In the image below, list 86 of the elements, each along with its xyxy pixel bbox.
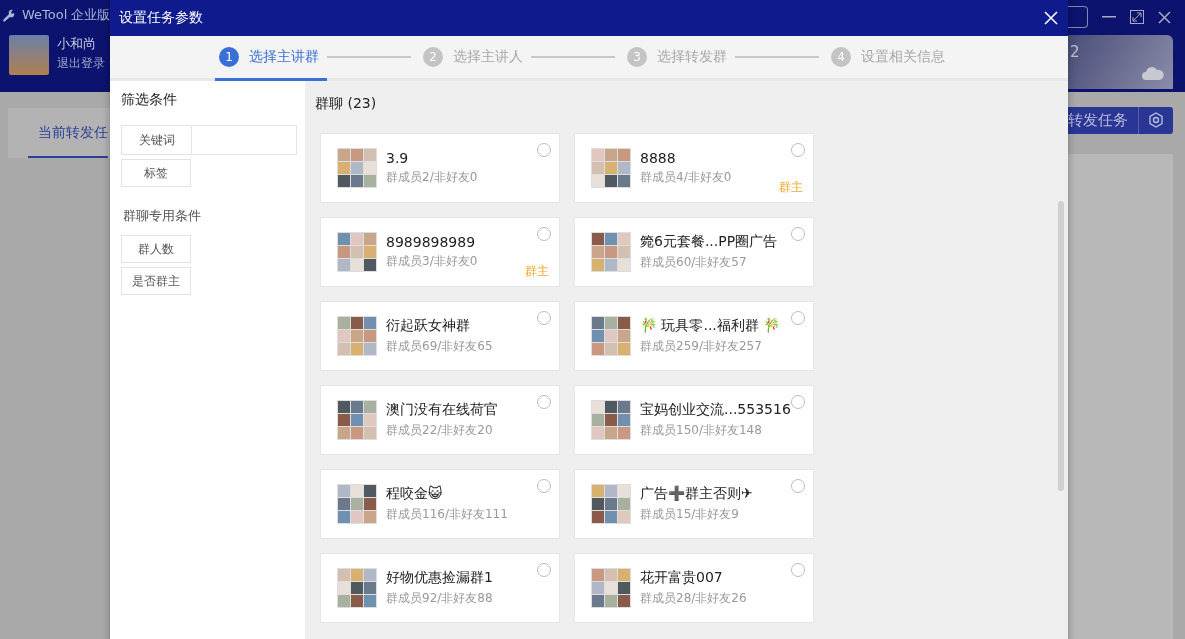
radio-button[interactable]	[537, 479, 551, 493]
radio-button[interactable]	[791, 227, 805, 241]
group-name: 花开富贵007	[640, 569, 724, 587]
group-stats: 群成员28/非好友26	[640, 590, 747, 607]
group-avatar	[591, 232, 631, 272]
owner-label: 群主	[525, 263, 549, 280]
group-card[interactable]: 8989898989 群成员3/非好友0 群主	[320, 217, 560, 287]
app-title: WeTool 企业版	[22, 6, 111, 24]
user-avatar	[9, 35, 49, 75]
group-filter-title: 群聊专用条件	[123, 207, 201, 225]
group-name: 衍起跃女神群	[386, 317, 471, 335]
radio-button[interactable]	[791, 395, 805, 409]
group-name: 箢6元套餐...PP圈广告	[640, 233, 778, 251]
group-stats: 群成员60/非好友57	[640, 254, 748, 271]
filter-title: 筛选条件	[121, 91, 177, 109]
dialog-title: 设置任务参数	[119, 9, 203, 27]
group-name: 8888	[640, 150, 677, 166]
current-tab[interactable]: 当前转发任	[28, 124, 108, 158]
group-avatar	[591, 148, 631, 188]
group-name: 广告➕群主否则✈	[640, 485, 753, 503]
group-card[interactable]: 3.9 群成员2/非好友0	[320, 133, 560, 203]
close-icon[interactable]	[1158, 10, 1171, 24]
logout-link[interactable]: 退出登录	[57, 55, 105, 72]
radio-button[interactable]	[537, 311, 551, 325]
radio-button[interactable]	[537, 395, 551, 409]
group-stats: 群成员69/非好友65	[386, 338, 493, 355]
group-stats: 群成员92/非好友88	[386, 590, 493, 607]
group-card[interactable]: 🎋 玩具零...福利群 🎋 群成员259/非好友257	[574, 301, 814, 371]
radio-button[interactable]	[791, 563, 805, 577]
group-name: 🎋 玩具零...福利群 🎋	[640, 317, 781, 335]
group-filter-button[interactable]: 群人数	[121, 235, 191, 263]
group-avatar	[591, 568, 631, 608]
forward-task-button[interactable]: 转发任务	[1068, 107, 1138, 134]
group-name: 3.9	[386, 150, 410, 166]
group-avatar	[337, 484, 377, 524]
group-name: 宝妈创业交流...553516	[640, 401, 791, 419]
group-card[interactable]: 8888 群成员4/非好友0 群主	[574, 133, 814, 203]
group-card[interactable]: 澳门没有在线荷官 群成员22/非好友20	[320, 385, 560, 455]
group-card[interactable]: 宝妈创业交流...553516 群成员150/非好友148	[574, 385, 814, 455]
radio-button[interactable]	[791, 143, 805, 157]
group-card[interactable]: 好物优惠捡漏群1 群成员92/非好友88	[320, 553, 560, 623]
group-card[interactable]: 程咬金😺 群成员116/非好友111	[320, 469, 560, 539]
radio-button[interactable]	[537, 143, 551, 157]
minimize-icon[interactable]	[1102, 16, 1116, 19]
group-card[interactable]: 箢6元套餐...PP圈广告 群成员60/非好友57	[574, 217, 814, 287]
owner-label: 群主	[779, 179, 803, 196]
group-card[interactable]: 花开富贵007 群成员28/非好友26	[574, 553, 814, 623]
settings-button[interactable]	[1138, 107, 1173, 134]
radio-button[interactable]	[537, 563, 551, 577]
group-avatar	[591, 484, 631, 524]
group-avatar	[337, 400, 377, 440]
tag-filter-button[interactable]: 标签	[121, 159, 191, 187]
user-name: 小和尚	[57, 35, 97, 53]
group-avatar	[337, 148, 377, 188]
wrench-icon	[2, 8, 16, 22]
scrollbar[interactable]	[1058, 201, 1064, 491]
group-name: 好物优惠捡漏群1	[386, 569, 493, 587]
group-stats: 群成员259/非好友257	[640, 338, 763, 355]
cloud-icon	[1141, 65, 1165, 82]
keyword-field[interactable]: 关键词	[121, 125, 297, 155]
list-title: 群聊 (23)	[315, 95, 378, 113]
group-stats: 群成员150/非好友148	[640, 422, 763, 439]
group-name: 程咬金😺	[386, 485, 444, 503]
group-avatar	[591, 400, 631, 440]
group-stats: 群成员15/非好友9	[640, 506, 740, 523]
group-stats: 群成员2/非好友0	[386, 169, 478, 186]
group-filter-button[interactable]: 是否群主	[121, 267, 191, 295]
profile-text: 2	[1070, 42, 1080, 61]
group-avatar	[337, 232, 377, 272]
radio-button[interactable]	[537, 227, 551, 241]
group-stats: 群成员3/非好友0	[386, 253, 478, 270]
settings-icon	[1148, 112, 1164, 129]
close-button[interactable]	[1044, 11, 1058, 25]
group-name: 8989898989	[386, 234, 477, 250]
radio-button[interactable]	[791, 479, 805, 493]
group-avatar	[591, 316, 631, 356]
group-stats: 群成员116/非好友111	[386, 506, 508, 523]
radio-button[interactable]	[791, 311, 805, 325]
group-stats: 群成员4/非好友0	[640, 169, 732, 186]
group-avatar	[337, 316, 377, 356]
group-stats: 群成员22/非好友20	[386, 422, 494, 439]
group-card[interactable]: 广告➕群主否则✈ 群成员15/非好友9	[574, 469, 814, 539]
group-card[interactable]: 衍起跃女神群 群成员69/非好友65	[320, 301, 560, 371]
group-avatar	[337, 568, 377, 608]
group-name: 澳门没有在线荷官	[386, 401, 498, 419]
maximize-icon[interactable]	[1130, 10, 1144, 25]
